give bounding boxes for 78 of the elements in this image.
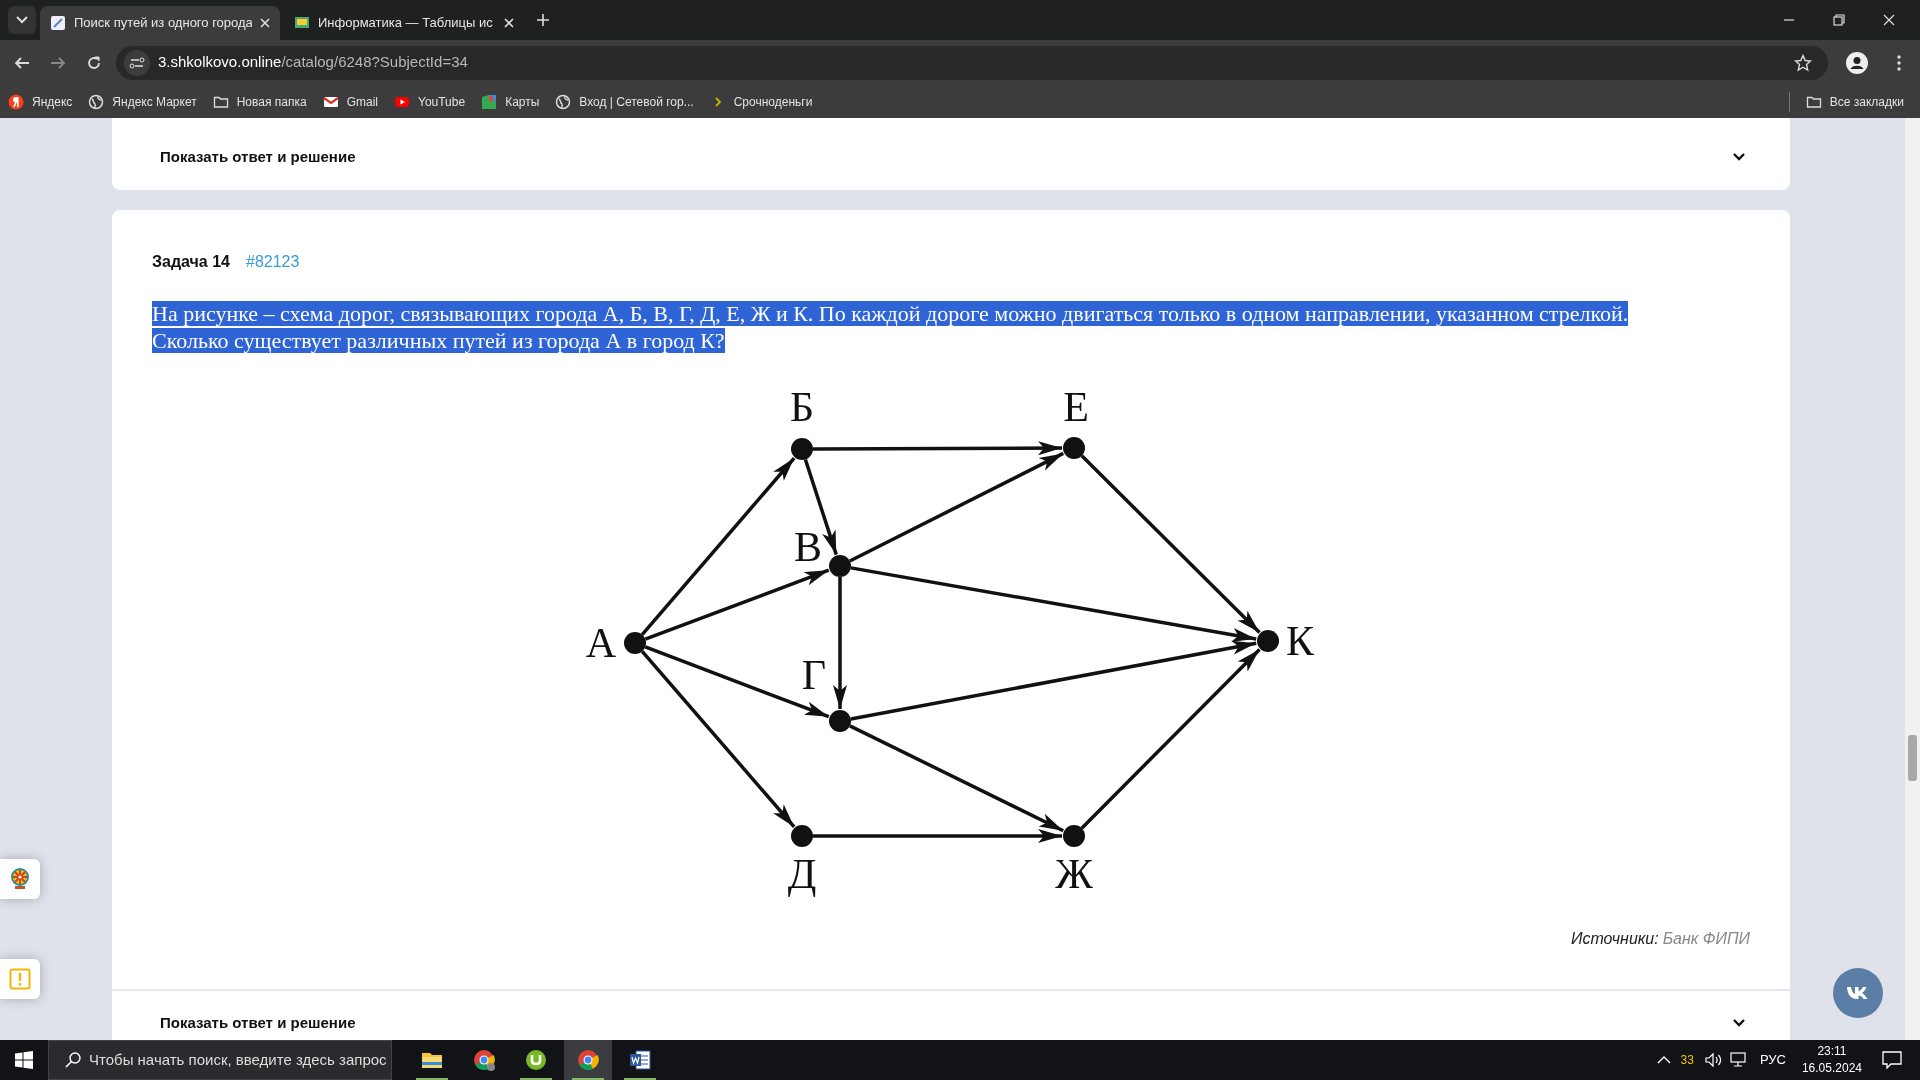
restore-icon[interactable] [1832, 13, 1846, 27]
bookmark-link[interactable]: Карты [505, 92, 540, 111]
show-answer-toggle[interactable]: Показать ответ и решение [160, 1011, 1732, 1035]
network-icon[interactable] [1729, 1052, 1748, 1068]
tab-title: Информатика — Таблицы ис [318, 14, 494, 33]
node-label: Е [1063, 384, 1089, 430]
globe-icon [555, 93, 572, 110]
torrent-icon [524, 1048, 548, 1072]
map-pin-icon [481, 93, 498, 110]
bookmark-link[interactable]: Яндекс Маркет [112, 92, 197, 111]
menu-icon[interactable] [1896, 53, 1902, 72]
word-icon [628, 1048, 652, 1072]
prize-wheel-icon[interactable] [9, 867, 31, 891]
node-dot [791, 438, 813, 460]
source-link[interactable]: Банк ФИПИ [1662, 927, 1750, 951]
node-label: Б [789, 384, 815, 430]
taskbar-app-button[interactable] [564, 1040, 612, 1080]
profile-avatar-icon[interactable] [1846, 51, 1868, 74]
close-icon[interactable] [260, 18, 270, 28]
chrome-icon [576, 1048, 600, 1072]
question-text: На рисунке – схема дорог, связывающих города А, Б, В, Г, Д, Е, Ж и К. По каждой дороге можно двигаться только в одном направлении, указанном стрелкой. Сколько существует различных путей из города А в город К? [151, 300, 1630, 354]
node-label: Д [787, 851, 817, 897]
chevron-up-icon[interactable] [1656, 1055, 1671, 1065]
vk-button[interactable] [1833, 968, 1883, 1018]
node-dot [829, 710, 851, 732]
pencil-page-icon [50, 15, 66, 31]
taskbar-search-field[interactable]: Чтобы начать поиск, введите здесь запрос [48, 1040, 392, 1080]
bookmark-link[interactable]: Яндекс [32, 92, 73, 111]
bookmark-link[interactable]: Gmail [346, 92, 378, 111]
bookmark-link[interactable]: Новая папка [236, 92, 307, 111]
node-dot [1257, 630, 1279, 652]
bookmark-link[interactable]: Вход | Сетевой гор... [579, 92, 694, 111]
notifications-icon[interactable] [1882, 1051, 1902, 1069]
vk-logo-icon [1846, 986, 1870, 1000]
close-icon[interactable] [1882, 13, 1896, 27]
all-bookmarks-link[interactable]: Все закладки [1829, 92, 1904, 111]
close-icon[interactable] [504, 18, 514, 28]
tab-title: Поиск путей из одного города [74, 14, 252, 33]
yandex-logo-icon [8, 93, 24, 110]
back-icon[interactable] [14, 54, 30, 71]
node-dot [829, 555, 851, 577]
node-label: В [794, 524, 822, 570]
bookmark-link[interactable]: Срочноденьги [733, 92, 813, 111]
chevron-down-icon [16, 16, 28, 24]
chart-page-icon [294, 15, 310, 31]
chrome-icon [472, 1048, 496, 1072]
show-answer-toggle[interactable]: Показать ответ и решение [160, 145, 1732, 169]
bookmark-link[interactable]: YouTube [418, 92, 466, 111]
search-icon [65, 1052, 81, 1068]
reload-icon[interactable] [86, 54, 102, 71]
browser-tab[interactable]: Информатика — Таблицы ис [284, 6, 524, 40]
forward-icon[interactable] [50, 54, 66, 71]
tab-list-button[interactable] [8, 6, 36, 34]
scrollbar-thumb[interactable] [1908, 735, 1917, 781]
site-settings-icon[interactable] [124, 49, 150, 76]
globe-icon [88, 93, 105, 110]
clock-time[interactable]: 23:11 [1817, 1043, 1847, 1060]
browser-tab[interactable]: Поиск путей из одного города [40, 6, 280, 40]
chevron-down-icon[interactable] [1732, 152, 1746, 162]
node-dot [1063, 825, 1085, 847]
new-tab-icon[interactable] [536, 13, 550, 27]
temperature-text[interactable]: 33 [1680, 1051, 1694, 1069]
node-dot [791, 825, 813, 847]
node-label: Ж [1055, 851, 1093, 897]
node-label: А [585, 620, 617, 666]
node-dot [624, 632, 646, 654]
node-label: К [1286, 618, 1314, 664]
address-bar-url[interactable]: 3.shkolkovo.online/catalog/6248?SubjectId=34 [158, 51, 468, 74]
bookmark-star-icon[interactable] [1794, 53, 1812, 72]
sources-label: Источники: [1571, 929, 1659, 949]
node-dot [1063, 437, 1085, 459]
clock-date[interactable]: 16.05.2024 [1801, 1060, 1862, 1077]
speaker-icon[interactable] [1703, 1052, 1722, 1068]
node-label: Г [801, 652, 827, 698]
language-indicator[interactable]: РУС [1759, 1050, 1786, 1070]
task-title: Задача 14 [152, 252, 230, 272]
windows-start-icon[interactable] [15, 1051, 33, 1069]
chevron-down-icon[interactable] [1732, 1018, 1746, 1028]
